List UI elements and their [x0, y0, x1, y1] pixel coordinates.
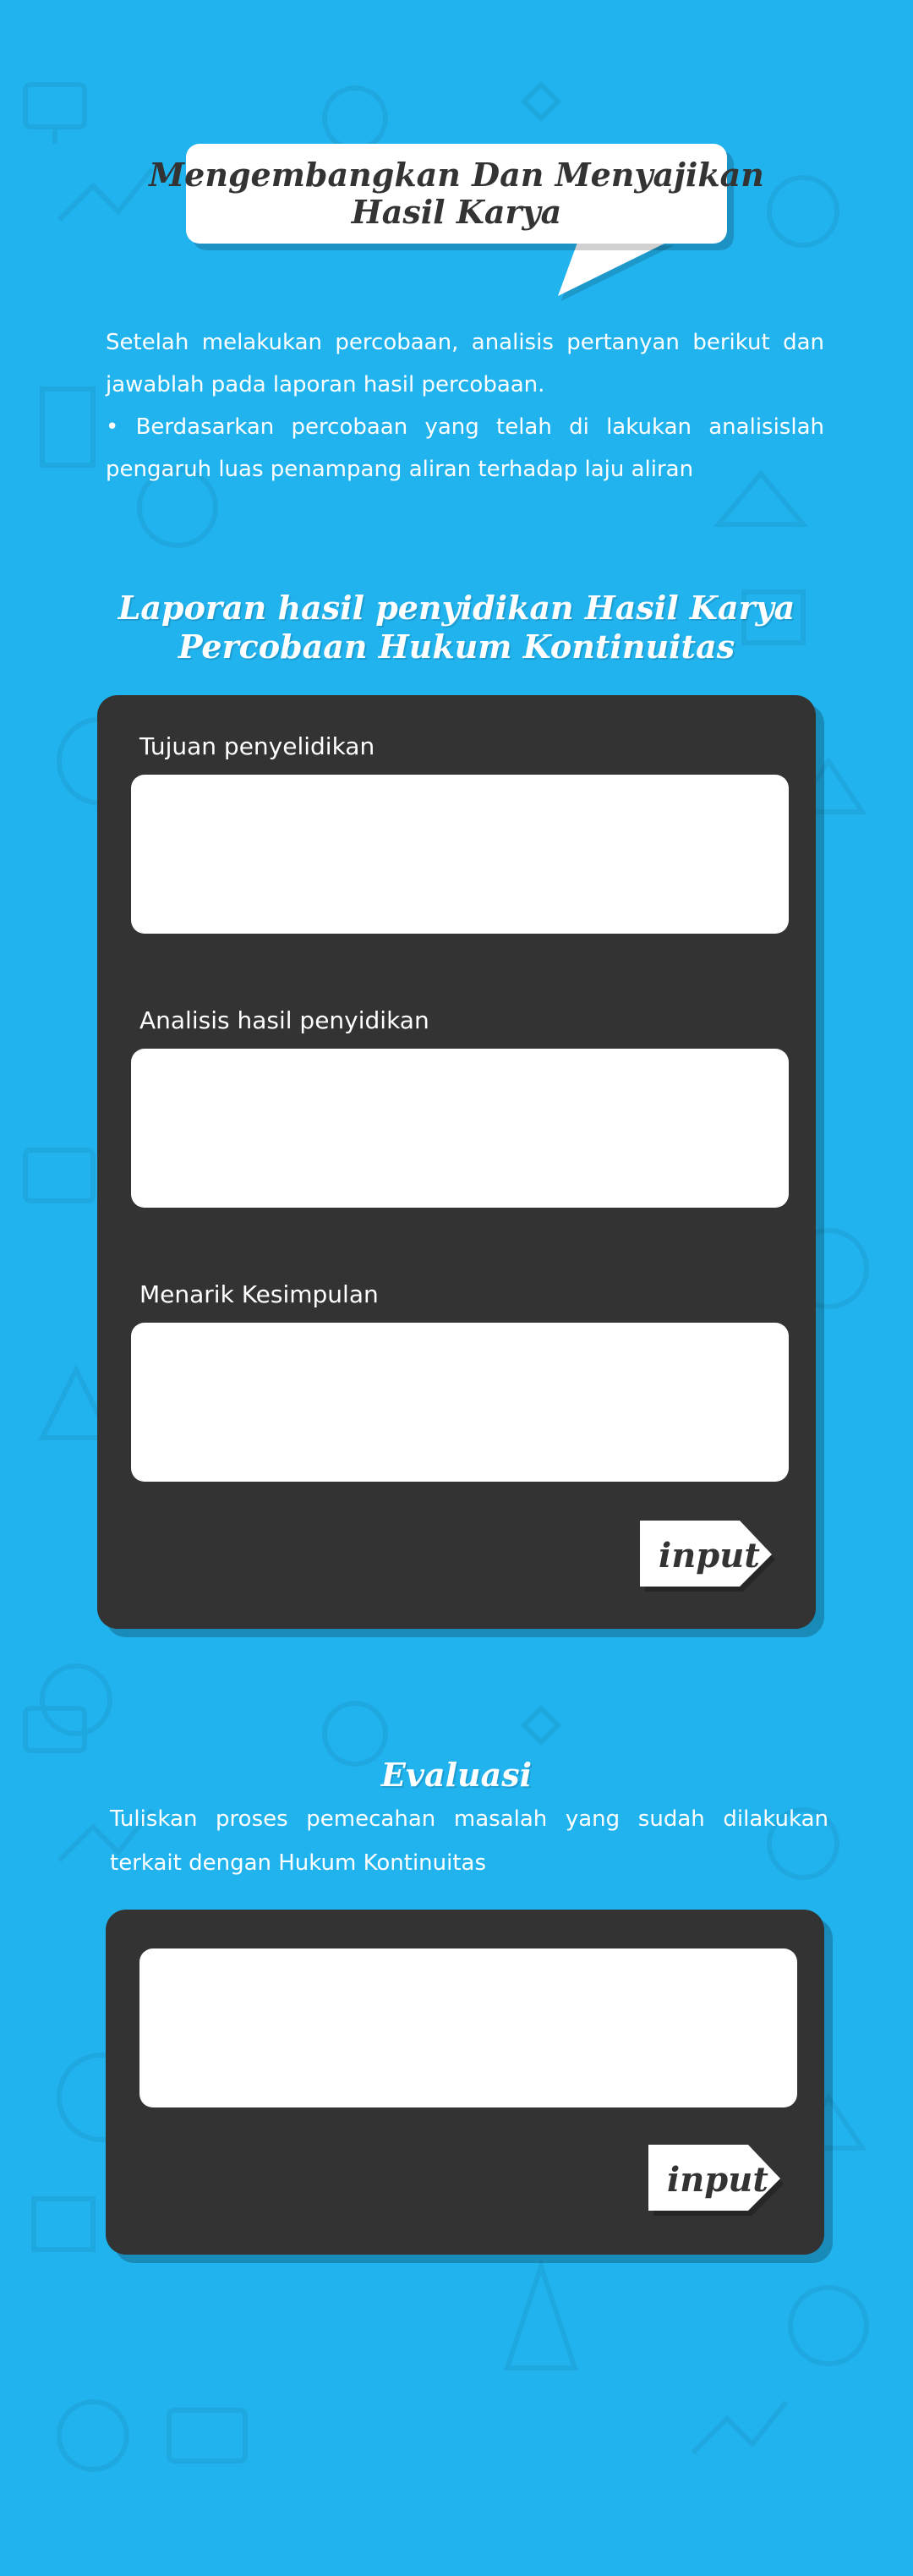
title-bubble-tail	[557, 240, 672, 296]
report-panel: Tujuan penyelidikan Analisis hasil penyi…	[97, 695, 816, 1629]
evaluation-panel: input	[106, 1910, 824, 2255]
field-label-analisis: Analisis hasil penyidikan	[139, 1006, 429, 1034]
tujuan-penyelidikan-field[interactable]	[131, 775, 789, 934]
field-label-kesimpulan: Menarik Kesimpulan	[139, 1280, 379, 1308]
report-heading-line2: Percobaan Hukum Kontinuitas	[178, 628, 735, 666]
kesimpulan-field[interactable]	[131, 1323, 789, 1482]
report-input-button[interactable]: input	[640, 1521, 779, 1592]
page-title-line2: Hasil Karya	[351, 193, 562, 231]
intro-bullet: • Berdasarkan percobaan yang telah di la…	[106, 414, 824, 482]
report-heading: Laporan hasil penyidikan Hasil Karya Per…	[0, 589, 913, 666]
report-heading-line1: Laporan hasil penyidikan Hasil Karya	[118, 589, 795, 627]
evaluation-answer-field[interactable]	[139, 1948, 797, 2107]
intro-text: Setelah melakukan percobaan, analisis pe…	[106, 321, 824, 491]
field-label-tujuan: Tujuan penyelidikan	[139, 732, 375, 760]
evaluation-instruction: Tuliskan proses pemecahan masalah yang s…	[110, 1806, 828, 1876]
evaluation-input-label: input	[667, 2160, 768, 2200]
intro-paragraph: Setelah melakukan percobaan, analisis pe…	[106, 330, 824, 397]
analisis-hasil-field[interactable]	[131, 1049, 789, 1208]
page-title-line1: Mengembangkan Dan Menyajikan	[149, 156, 764, 194]
evaluation-input-button[interactable]: input	[648, 2145, 787, 2216]
evaluation-heading: Evaluasi	[380, 1756, 533, 1794]
report-input-label: input	[659, 1536, 760, 1576]
title-bubble: Mengembangkan Dan Menyajikan Hasil Karya	[149, 144, 764, 244]
